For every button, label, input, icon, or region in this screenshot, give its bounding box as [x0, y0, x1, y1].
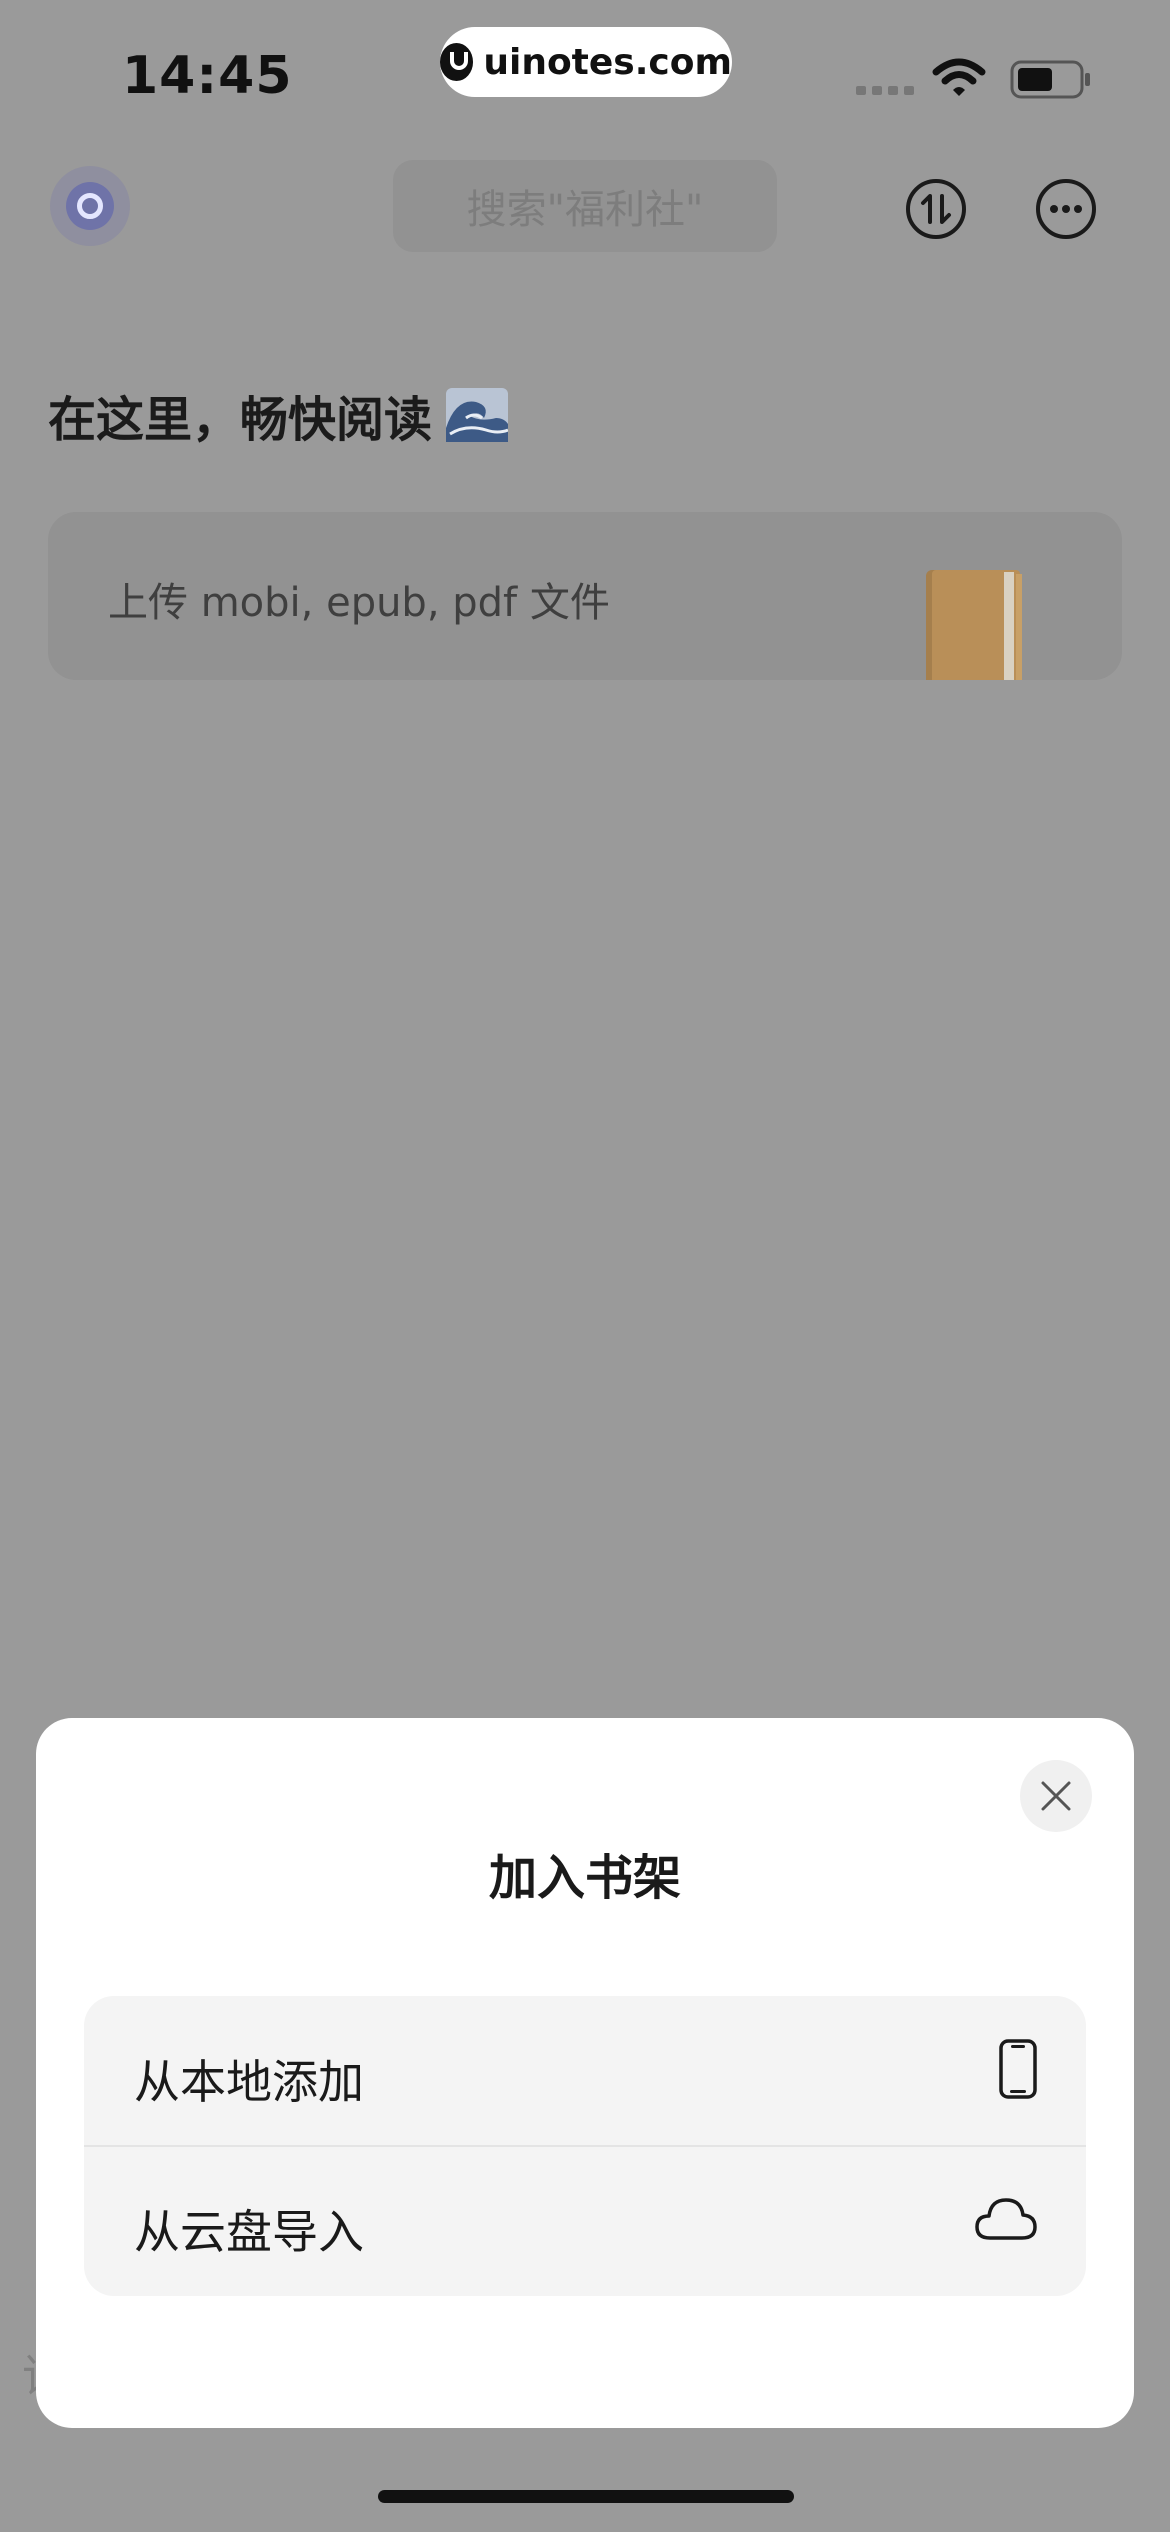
upload-card-label: 上传 mobi, epub, pdf 文件: [108, 580, 610, 626]
sort-arrows-icon[interactable]: [905, 178, 967, 240]
cellular-signal-icon: [856, 86, 914, 95]
upload-card[interactable]: 上传 mobi, epub, pdf 文件: [48, 512, 1122, 680]
wave-icon: [446, 388, 509, 442]
sheet-title: 加入书架: [488, 1850, 681, 1906]
cloud-icon: [975, 2198, 1037, 2240]
app-logo-icon[interactable]: [50, 166, 130, 246]
close-icon: [1041, 1781, 1071, 1811]
sheet-options: 从本地添加 从云盘导入: [84, 1996, 1086, 2296]
greeting-heading: 在这里，畅快阅读: [48, 380, 509, 450]
option-label: 从本地添加: [134, 2055, 364, 2109]
uinotes-logo-icon: [440, 43, 474, 81]
wifi-icon: [932, 58, 986, 96]
phone-icon: [999, 2039, 1037, 2099]
add-from-local-option[interactable]: 从本地添加: [84, 1996, 1086, 2146]
home-indicator: [378, 2490, 794, 2503]
greeting-text: 在这里，畅快阅读: [48, 392, 433, 448]
watermark-pill: uinotes.com: [440, 27, 732, 97]
option-label: 从云盘导入: [134, 2205, 364, 2259]
close-button[interactable]: [1020, 1760, 1092, 1832]
status-time: 14:45: [122, 46, 293, 106]
import-from-cloud-option[interactable]: 从云盘导入: [84, 2146, 1086, 2296]
battery-icon: [1010, 60, 1090, 99]
more-dots-icon[interactable]: [1035, 178, 1097, 240]
book-icon: [926, 570, 1022, 680]
watermark-text: uinotes.com: [483, 41, 732, 83]
search-bar[interactable]: 搜索"福利社": [393, 160, 777, 252]
add-to-shelf-sheet: 加入书架 从本地添加 从云盘导入: [36, 1718, 1134, 2428]
